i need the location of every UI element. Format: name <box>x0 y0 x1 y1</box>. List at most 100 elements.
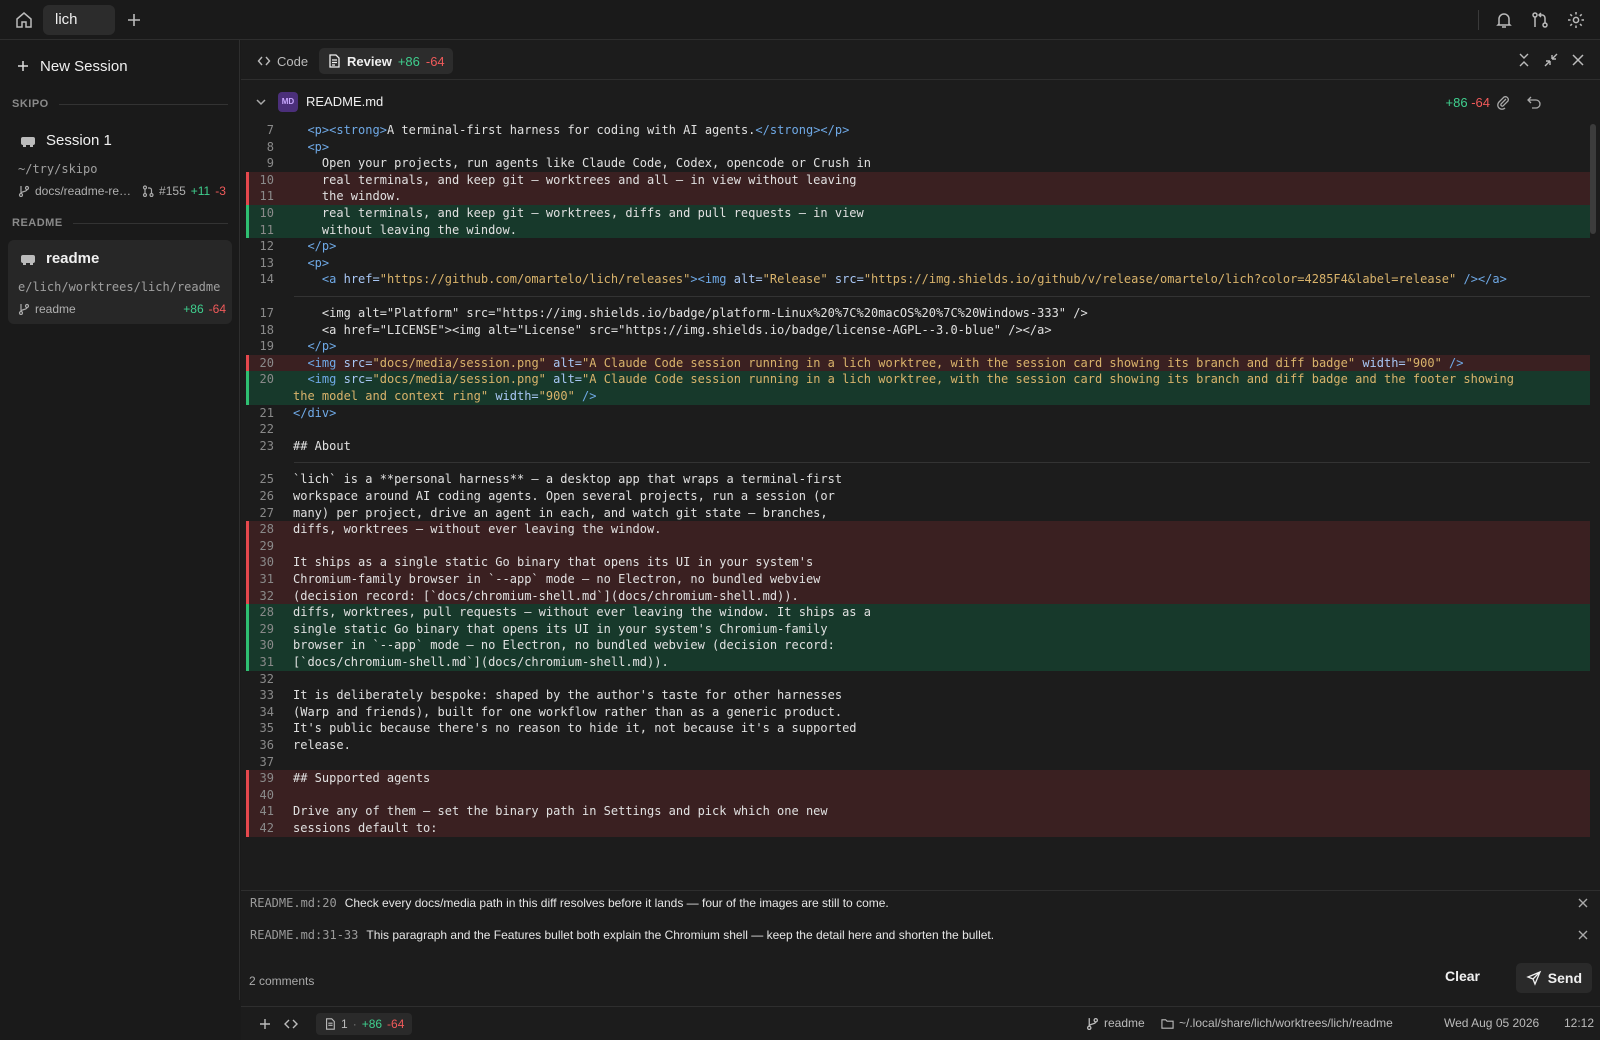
diff-line[interactable]: 25 `lich` is a **personal harness** — a d… <box>246 471 1590 488</box>
add-tab-icon[interactable] <box>124 10 144 30</box>
line-number: 30 <box>259 555 274 570</box>
plus-icon[interactable] <box>257 1016 273 1032</box>
home-icon[interactable] <box>14 10 34 30</box>
project-tab[interactable]: lich <box>43 5 115 35</box>
send-button[interactable]: Send <box>1515 963 1592 993</box>
status-path[interactable]: ~/.local/share/lich/worktrees/lich/readm… <box>1161 1016 1393 1030</box>
line-number: 30 <box>259 638 274 653</box>
diff-line[interactable]: 27 many) per project, drive an agent in e… <box>246 505 1590 522</box>
close-icon[interactable] <box>1569 51 1587 69</box>
diff-line-removed[interactable]: 29 <box>246 537 1590 555</box>
gear-icon[interactable] <box>1566 10 1586 30</box>
bell-icon[interactable] <box>1494 10 1514 30</box>
line-number: 25 <box>259 472 274 487</box>
tab-review[interactable]: Review +86 -64 <box>319 48 453 74</box>
file-header[interactable]: MD README.md +86 -64 <box>241 80 1600 124</box>
collapse-all-icon[interactable] <box>1515 51 1533 69</box>
line-number: 23 <box>259 438 274 453</box>
diff-line[interactable]: 14 <a href="https://github.com/omartelo/… <box>246 271 1590 288</box>
diff-line-added[interactable]: 30 browser in `--app` mode — no Electron,… <box>246 637 1590 654</box>
diff-line-removed[interactable]: 30 It ships as a single static Go binary … <box>246 554 1590 571</box>
review-count-badge[interactable]: 1 · +86 -64 <box>316 1013 413 1035</box>
comment-text: This paragraph and the Features bullet b… <box>366 928 995 942</box>
branch-icon <box>1086 1017 1099 1030</box>
line-number: 29 <box>259 538 274 553</box>
terminal-icon <box>20 134 36 148</box>
chevron-down-icon[interactable] <box>255 96 267 108</box>
hunk-separator[interactable] <box>294 462 1590 464</box>
diff-line[interactable]: 13 <p> <box>246 255 1590 272</box>
diff-line-added[interactable]: the model and context ring" width="900" … <box>246 388 1590 405</box>
diff-line[interactable]: 36 release. <box>246 737 1590 754</box>
diff-line-removed[interactable]: 39 ## Supported agents <box>246 770 1590 787</box>
tab-code[interactable]: Code <box>249 48 316 74</box>
diff-line-removed[interactable]: 40 <box>246 786 1590 804</box>
diff-line-removed[interactable]: 28 diffs, worktrees — without ever leavin… <box>246 521 1590 538</box>
diff-line[interactable]: 9 Open your projects, run agents like Cl… <box>246 155 1590 172</box>
code-icon[interactable] <box>283 1016 299 1032</box>
close-icon[interactable] <box>1576 928 1590 942</box>
diff-line[interactable]: 19 </p> <box>246 338 1590 355</box>
review-deletions: -64 <box>425 53 445 69</box>
diff-line[interactable]: 8 <p> <box>246 139 1590 156</box>
diff-line-added[interactable]: 31 [`docs/chromium-shell.md`](docs/chromi… <box>246 654 1590 671</box>
status-date: Wed Aug 05 2026 <box>1444 1016 1540 1030</box>
status-branch[interactable]: readme <box>1086 1016 1145 1030</box>
session-title: Session 1 <box>46 132 112 149</box>
paperclip-icon[interactable] <box>1495 94 1511 110</box>
close-icon[interactable] <box>1576 896 1590 910</box>
diff-line[interactable]: 23 ## About <box>246 438 1590 455</box>
git-compare-icon[interactable] <box>1530 10 1550 30</box>
session-card-readme[interactable]: readme e/lich/worktrees/lich/readme read… <box>8 240 232 324</box>
line-number: 31 <box>259 572 274 586</box>
line-text: sessions default to: <box>293 821 438 835</box>
line-number: 12 <box>259 239 274 254</box>
diff-line[interactable]: 7 <p><strong>A terminal-first harness fo… <box>246 122 1590 139</box>
session-deletions: -64 <box>208 302 226 316</box>
new-session-button[interactable]: New Session <box>14 54 128 78</box>
session-card-session-1[interactable]: Session 1 ~/try/skipo docs/readme-re… #1… <box>8 122 232 206</box>
diff-line-added[interactable]: 20 <img src="docs/media/session.png" alt… <box>246 371 1590 388</box>
diff-line-removed[interactable]: 41 Drive any of them — set the binary pat… <box>246 803 1590 820</box>
hunk-separator[interactable] <box>294 296 1590 297</box>
comment-ref: README.md:20 <box>250 896 337 910</box>
file-diff-icon <box>324 1018 336 1030</box>
undo-icon[interactable] <box>1526 94 1542 110</box>
diff-line[interactable]: 33 It is deliberately bespoke: shaped by … <box>246 687 1590 704</box>
diff-line-added[interactable]: 11 without leaving the window. <box>246 221 1590 239</box>
diff-line-removed[interactable]: 10 real terminals, and keep git — worktr… <box>246 171 1590 189</box>
line-number: 21 <box>259 405 274 420</box>
comment-item[interactable]: README.md:20 Check every docs/media path… <box>250 891 1590 915</box>
diff-line[interactable]: 32 <box>246 671 1590 688</box>
scrollbar[interactable] <box>1590 124 1596 234</box>
diff-view[interactable]: 7 <p><strong>A terminal-first harness fo… <box>246 122 1590 890</box>
line-number: 32 <box>259 671 274 686</box>
diff-line-removed[interactable]: 32 (decision record: [`docs/chromium-shel… <box>246 587 1590 605</box>
diff-line-added[interactable]: 28 diffs, worktrees, pull requests — with… <box>246 604 1590 621</box>
file-name: README.md <box>306 94 384 109</box>
diff-line-removed[interactable]: 31 Chromium-family browser in `--app` mod… <box>246 571 1590 588</box>
diff-line[interactable]: 21 </div> <box>246 405 1590 422</box>
minimize-icon[interactable] <box>1542 51 1560 69</box>
review-count: 1 <box>341 1017 348 1031</box>
diff-line[interactable]: 35 It's public because there's no reason … <box>246 720 1590 737</box>
file-deletions: -64 <box>1471 95 1490 110</box>
diff-line-removed[interactable]: 11 the window. <box>246 188 1590 205</box>
line-number: 9 <box>266 156 274 171</box>
diff-line-removed[interactable]: 42 sessions default to: <box>246 820 1590 837</box>
comment-item[interactable]: README.md:31-33 This paragraph and the F… <box>250 923 1590 947</box>
diff-line[interactable]: 12 </p> <box>246 238 1590 255</box>
clear-button[interactable]: Clear <box>1445 968 1480 984</box>
diff-line[interactable]: 22 <box>246 421 1590 438</box>
line-number: 35 <box>259 721 274 736</box>
diff-line[interactable]: 34 (Warp and friends), built for one work… <box>246 704 1590 721</box>
diff-line[interactable]: 37 <box>246 754 1590 771</box>
diff-line-added[interactable]: 10 real terminals, and keep git — worktr… <box>246 205 1590 222</box>
diff-line-added[interactable]: 29 single static Go binary that opens its… <box>246 620 1590 638</box>
comment-text: Check every docs/media path in this diff… <box>344 896 889 910</box>
diff-line[interactable]: 18 <a href="LICENSE"><img alt="License" … <box>246 322 1590 339</box>
diff-line[interactable]: 17 <img alt="Platform" src="https://img.… <box>246 305 1590 322</box>
diff-line[interactable]: 26 workspace around AI coding agents. Ope… <box>246 488 1590 505</box>
diff-line-removed[interactable]: 20 <img src="docs/media/session.png" alt… <box>246 354 1590 372</box>
line-number: 13 <box>259 255 274 270</box>
